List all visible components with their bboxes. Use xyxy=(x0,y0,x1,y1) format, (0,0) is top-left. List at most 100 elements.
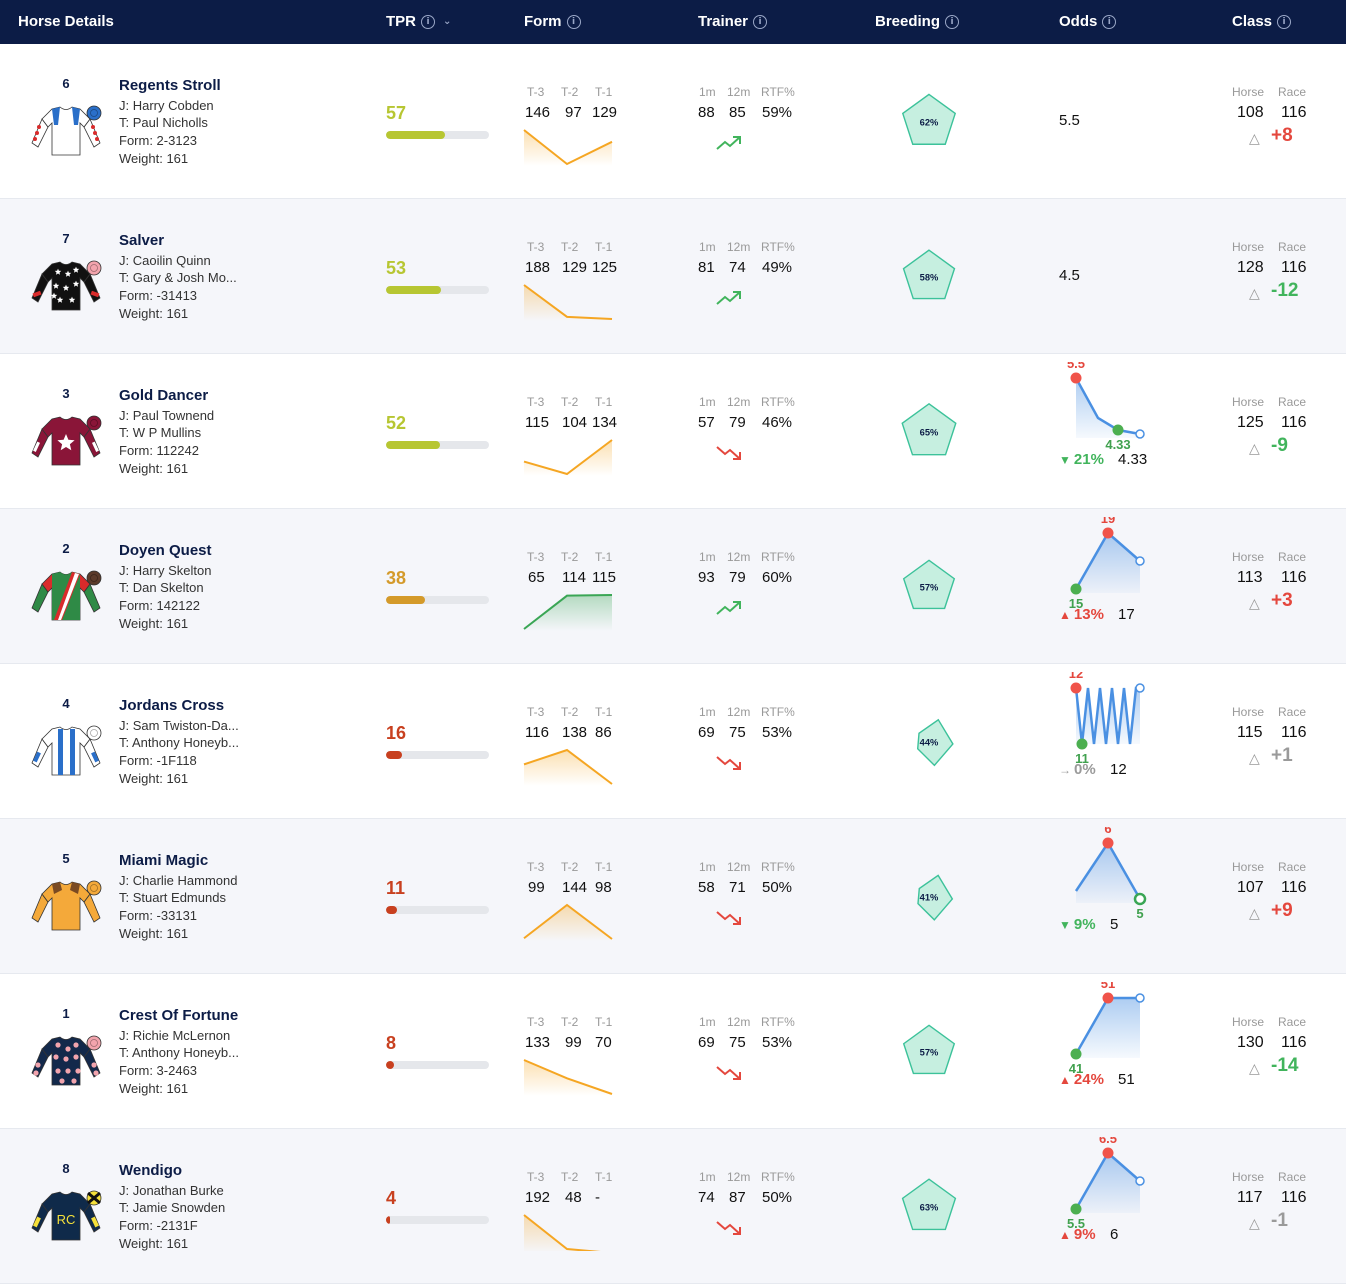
trainer-1m-label: 1m xyxy=(699,85,716,99)
odds-current[interactable]: 12 xyxy=(1110,761,1127,778)
info-icon[interactable]: i xyxy=(1102,14,1117,29)
info-icon[interactable]: i xyxy=(945,14,960,29)
info-icon[interactable]: i xyxy=(1277,14,1292,29)
info-icon[interactable]: i xyxy=(421,14,435,29)
tpr-value: 38 xyxy=(386,568,407,588)
info-icon[interactable]: i xyxy=(566,14,581,29)
horse-name-link[interactable]: Doyen Quest xyxy=(119,542,212,559)
table-row[interactable]: 7 Salver J: Caoilin Quinn T: Gary & Josh Mo… xyxy=(0,199,1346,354)
odds-change-pct: 9% xyxy=(1073,1226,1096,1243)
horse-name-link[interactable]: Miami Magic xyxy=(119,852,208,869)
form-col-label: T-3 xyxy=(527,1170,545,1184)
form-sparkline xyxy=(523,1214,612,1251)
class-horse-value: 107 xyxy=(1237,879,1264,896)
tpr-bar-fill xyxy=(386,286,441,294)
odds-value[interactable]: 5.5 xyxy=(1059,112,1080,129)
horse-name-link[interactable]: Salver xyxy=(119,232,164,249)
form-value: 134 xyxy=(592,414,618,431)
table-row[interactable]: 8 RC Wendigo J: Jonathan Burke T: Jamie Snow… xyxy=(0,1129,1346,1284)
class-horse-value: 125 xyxy=(1237,414,1264,431)
saddle-cloth-number: 1 xyxy=(62,1006,70,1021)
horse-name-link[interactable]: Gold Dancer xyxy=(119,387,208,404)
trainer-1m-value: 74 xyxy=(698,1189,715,1206)
trainer-rtf-label: RTF% xyxy=(761,860,795,874)
trend-up-icon xyxy=(716,291,741,305)
odds-current[interactable]: 51 xyxy=(1118,1071,1135,1088)
col-tpr[interactable]: TPR i ⌄ xyxy=(386,13,451,30)
arrow-down-icon: ▼ xyxy=(1059,918,1071,932)
chevron-down-icon[interactable]: ⌄ xyxy=(443,16,451,27)
form-col-label: T-3 xyxy=(527,550,545,564)
trainer-rtf-label: RTF% xyxy=(761,1015,795,1029)
tpr-bar-fill xyxy=(386,751,403,759)
horse-name-link[interactable]: Crest Of Fortune xyxy=(119,1007,238,1024)
col-form-label: Form xyxy=(524,13,562,30)
form-sparkline xyxy=(523,1059,613,1096)
col-trainer[interactable]: Trainer i xyxy=(698,13,768,30)
table-row[interactable]: 6 Regents Stroll J: Harry Cobden T: Paul Ni… xyxy=(0,44,1346,199)
breeding-label: 62% xyxy=(920,118,939,128)
odds-area xyxy=(1076,533,1140,593)
jockey-name: J: Paul Townend xyxy=(119,408,215,423)
breeding-radar: 65% xyxy=(901,402,957,456)
form-col-label: T-1 xyxy=(595,1015,613,1029)
col-tpr-label: TPR xyxy=(386,13,416,30)
odds-current[interactable]: 4.33 xyxy=(1118,451,1147,468)
table-row[interactable]: 3 Gold Dancer J: Paul Townend T: W P Mullin… xyxy=(0,354,1346,509)
form-value: 129 xyxy=(592,104,618,121)
odds-current[interactable]: 5 xyxy=(1110,916,1118,933)
trainer-rtf-value: 46% xyxy=(762,414,793,431)
info-icon[interactable]: i xyxy=(753,14,768,29)
odds-value[interactable]: 4.5 xyxy=(1059,267,1080,284)
class-race-label: Race xyxy=(1278,395,1307,409)
class-delta: -1 xyxy=(1271,1210,1288,1231)
trainer-rtf-value: 50% xyxy=(762,1189,793,1206)
class-horse-value: 128 xyxy=(1237,259,1264,276)
arrow-right-icon: → xyxy=(1059,763,1071,777)
form-value: 133 xyxy=(525,1034,551,1051)
col-odds[interactable]: Odds i xyxy=(1059,13,1117,30)
odds-current[interactable]: 6 xyxy=(1110,1226,1118,1243)
jockey-silk-image xyxy=(31,570,102,621)
horse-name-link[interactable]: Jordans Cross xyxy=(119,697,224,714)
odds-low-point xyxy=(1076,738,1088,750)
col-horse-details[interactable]: Horse Details xyxy=(18,13,114,30)
col-breeding[interactable]: Breeding i xyxy=(875,13,960,30)
odds-high-label: 19 xyxy=(1101,517,1115,526)
col-form[interactable]: Form i xyxy=(524,13,581,30)
trainer-12m-label: 12m xyxy=(727,705,751,719)
form-col-label: T-2 xyxy=(561,550,579,564)
saddle-cloth-number: 4 xyxy=(62,696,70,711)
table-row[interactable]: 2 Doyen Quest J: Harry Skelton T: Dan Skelt… xyxy=(0,509,1346,664)
form-col-label: T-1 xyxy=(595,395,613,409)
class-horse-label: Horse xyxy=(1232,85,1265,99)
class-horse-label: Horse xyxy=(1232,240,1265,254)
class-delta: -12 xyxy=(1271,280,1299,301)
class-horse-label: Horse xyxy=(1232,705,1265,719)
form-string: Form: -31413 xyxy=(119,288,198,303)
trainer-rtf-label: RTF% xyxy=(761,240,795,254)
tpr-bar-fill xyxy=(386,1216,391,1224)
odds-current[interactable]: 17 xyxy=(1118,606,1135,623)
form-value: 104 xyxy=(562,414,588,431)
form-sparkline xyxy=(523,129,613,166)
trainer-12m-value: 71 xyxy=(729,879,746,896)
odds-high-point xyxy=(1102,992,1114,1004)
horse-name-link[interactable]: Wendigo xyxy=(119,1162,182,1179)
weight: Weight: 161 xyxy=(119,616,189,631)
silk-lettering: RC xyxy=(57,1212,76,1227)
col-class[interactable]: Class i xyxy=(1232,13,1292,30)
trainer-name: T: Dan Skelton xyxy=(119,580,204,595)
trainer-rtf-value: 53% xyxy=(762,724,793,741)
form-value: 115 xyxy=(592,569,616,586)
form-col-label: T-3 xyxy=(527,860,545,874)
trainer-12m-value: 79 xyxy=(729,414,746,431)
odds-high-point xyxy=(1102,837,1114,849)
tpr-value: 8 xyxy=(386,1033,397,1053)
horse-name-link[interactable]: Regents Stroll xyxy=(119,77,221,94)
table-row[interactable]: 5 Miami Magic J: Charlie Hammond T: Stuart … xyxy=(0,819,1346,974)
form-col-label: T-3 xyxy=(527,85,545,99)
trainer-12m-value: 85 xyxy=(729,104,746,121)
table-row[interactable]: 1 Crest Of Fortune J: Richie McLernon T: An… xyxy=(0,974,1346,1129)
table-row[interactable]: 4 Jordans Cross J: Sam Twiston-Da... T: Ant… xyxy=(0,664,1346,819)
